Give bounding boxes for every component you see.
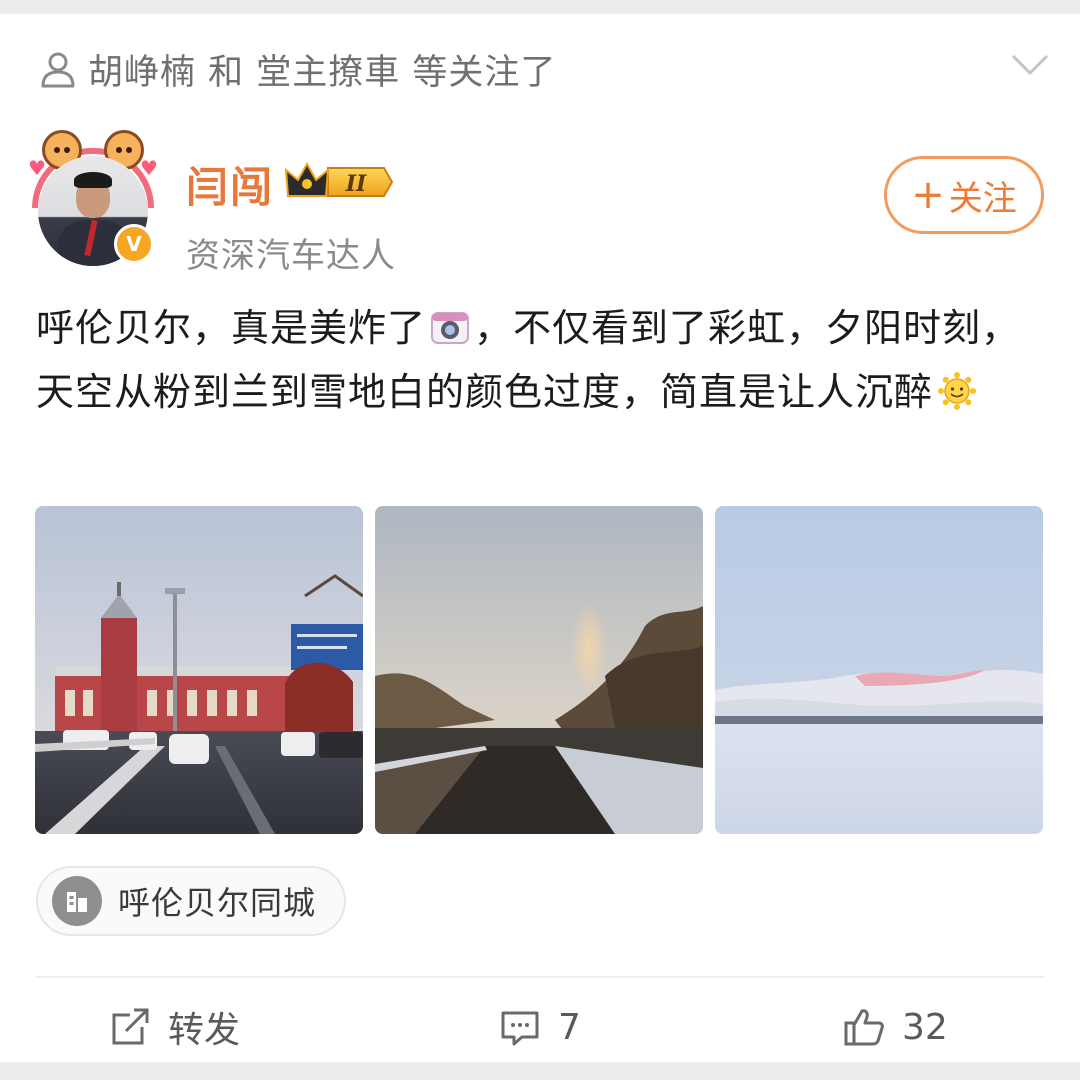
followed-by-text: 胡峥楠 和 堂主撩車 等关注了 xyxy=(88,52,557,93)
author-description: 资深汽车达人 xyxy=(186,236,396,276)
avatar[interactable]: ♥ ♥ V xyxy=(28,126,158,266)
location-tag[interactable]: 呼伦贝尔同城 xyxy=(36,866,347,936)
post-image-2[interactable] xyxy=(375,506,703,834)
chevron-down-icon[interactable] xyxy=(1010,52,1050,78)
vip-level-text: II xyxy=(345,171,367,197)
post-text-part1: 呼伦贝尔，真是美炸了 xyxy=(36,306,427,350)
camera-emoji-icon xyxy=(431,312,470,344)
verified-badge-icon: V xyxy=(114,224,154,264)
post-image-1[interactable] xyxy=(35,506,363,834)
crown-vip-badge-icon: II xyxy=(284,161,394,197)
building-icon xyxy=(52,876,102,926)
follow-button[interactable]: + 关注 xyxy=(884,156,1044,234)
author-name[interactable]: 闫闯 xyxy=(186,154,274,215)
thumbs-up-icon xyxy=(844,1009,884,1046)
heart-icon: ♥ xyxy=(28,156,46,180)
follow-button-label: 关注 xyxy=(948,178,1017,219)
like-count: 32 xyxy=(902,1006,948,1048)
post-text: 呼伦贝尔，真是美炸了 ，不仅看到了彩虹，夕阳时刻，天空从粉到兰到雪地白的颜色过度… xyxy=(36,296,1052,424)
followed-by-bar[interactable]: 胡峥楠 和 堂主撩車 等关注了 xyxy=(38,44,556,94)
heart-icon: ♥ xyxy=(140,156,158,180)
divider xyxy=(36,976,1044,978)
street-station-photo xyxy=(35,506,363,834)
location-label: 呼伦贝尔同城 xyxy=(118,884,317,922)
road-sun-halo-photo xyxy=(375,506,703,834)
person-icon xyxy=(41,52,75,88)
repost-button[interactable]: 转发 xyxy=(108,1002,240,1052)
repost-icon xyxy=(112,1008,149,1045)
plus-icon: + xyxy=(911,172,945,218)
snow-field-dusk-photo xyxy=(715,506,1043,834)
like-button[interactable]: 32 xyxy=(842,1002,948,1052)
weibo-post-card: 胡峥楠 和 堂主撩車 等关注了 ♥ ♥ V 闫闯 II 资深汽车达人 + 关注 … xyxy=(0,14,1080,1062)
post-image-3[interactable] xyxy=(715,506,1043,834)
comment-icon xyxy=(501,1011,539,1046)
comment-count: 7 xyxy=(558,1006,581,1048)
sun-smile-emoji-icon xyxy=(938,372,977,410)
comment-button[interactable]: 7 xyxy=(498,1002,581,1052)
repost-label: 转发 xyxy=(168,1010,241,1051)
